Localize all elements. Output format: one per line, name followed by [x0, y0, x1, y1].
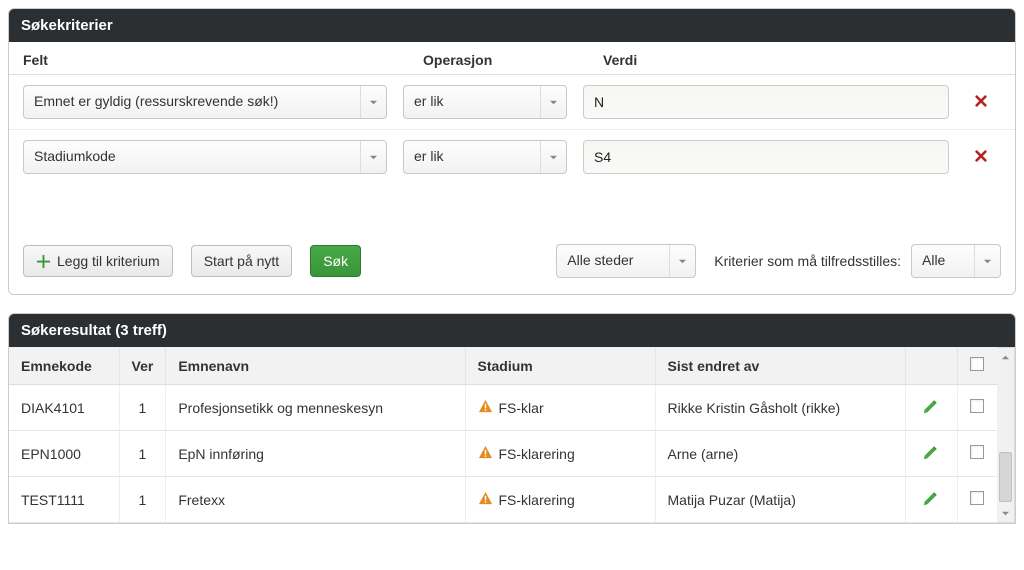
header-sistendret[interactable]: Sist endret av — [655, 347, 905, 385]
felt-select[interactable]: Stadiumkode — [23, 140, 387, 174]
match-select-value: Alle — [912, 245, 974, 277]
match-select[interactable]: Alle — [911, 244, 1001, 278]
table-row: EPN10001EpN innføring FS-klarering Arne (a… — [9, 431, 997, 477]
cell-emnekode: DIAK4101 — [9, 385, 119, 431]
cell-ver: 1 — [119, 477, 166, 523]
operation-value: er lik — [404, 86, 540, 118]
criteria-row: Emnet er gyldig (ressurskrevende søk!) e… — [9, 75, 1015, 130]
search-button[interactable]: Søk — [310, 245, 361, 277]
plus-icon — [36, 254, 51, 269]
criteria-headers: Felt Operasjon Verdi — [9, 42, 1015, 75]
warning-icon — [478, 491, 493, 509]
criteria-body: Felt Operasjon Verdi Emnet er gyldig (re… — [9, 42, 1015, 294]
pencil-icon — [922, 448, 940, 464]
close-icon — [974, 94, 988, 111]
edit-button[interactable] — [905, 477, 957, 523]
remove-criterion-button[interactable] — [961, 94, 1001, 111]
criteria-panel-title: Søkekriterier — [9, 9, 1015, 42]
chevron-down-icon — [997, 504, 1014, 522]
cell-stadium: FS-klarering — [465, 477, 655, 523]
cell-check — [957, 477, 997, 523]
cell-stadium: FS-klar — [465, 385, 655, 431]
restart-label: Start på nytt — [204, 253, 279, 269]
restart-button[interactable]: Start på nytt — [191, 245, 292, 277]
criteria-row: Stadiumkode er lik — [9, 130, 1015, 184]
operation-select[interactable]: er lik — [403, 140, 567, 174]
scrollbar-track — [997, 366, 1014, 504]
select-all-checkbox[interactable] — [970, 357, 984, 371]
place-select-value: Alle steder — [557, 245, 669, 277]
chevron-down-icon — [540, 86, 566, 118]
results-panel-title: Søkeresultat (3 treff) — [9, 314, 1015, 347]
stadium-label: FS-klar — [499, 400, 544, 416]
chevron-down-icon — [360, 141, 386, 173]
cell-ver: 1 — [119, 385, 166, 431]
header-emnekode[interactable]: Emnekode — [9, 347, 119, 385]
criteria-footer: Legg til kriterium Start på nytt Søk All… — [9, 234, 1015, 294]
header-emnenavn[interactable]: Emnenavn — [166, 347, 465, 385]
operation-select[interactable]: er lik — [403, 85, 567, 119]
header-ver[interactable]: Ver — [119, 347, 166, 385]
row-checkbox[interactable] — [970, 399, 984, 413]
criteria-panel: Søkekriterier Felt Operasjon Verdi Emnet… — [8, 8, 1016, 295]
chevron-up-icon — [997, 348, 1014, 366]
results-panel: Søkeresultat (3 treff) Emnekode Ver Emne… — [8, 313, 1016, 524]
cell-emnekode: TEST1111 — [9, 477, 119, 523]
cell-sistendret: Rikke Kristin Gåsholt (rikke) — [655, 385, 905, 431]
place-select[interactable]: Alle steder — [556, 244, 696, 278]
match-label: Kriterier som må tilfredsstilles: — [714, 253, 901, 269]
cell-emnenavn: Fretexx — [166, 477, 465, 523]
felt-value: Emnet er gyldig (ressurskrevende søk!) — [24, 86, 360, 118]
pencil-icon — [922, 402, 940, 418]
table-row: TEST11111Fretexx FS-klarering Matija Puzar… — [9, 477, 997, 523]
scrollbar-thumb[interactable] — [999, 452, 1012, 502]
header-verdi: Verdi — [603, 52, 1001, 68]
cell-emnenavn: Profesjonsetikk og menneskesyn — [166, 385, 465, 431]
vertical-scrollbar[interactable] — [997, 347, 1015, 523]
header-felt: Felt — [23, 52, 423, 68]
value-input[interactable] — [583, 140, 949, 174]
results-header-row: Emnekode Ver Emnenavn Stadium Sist endre… — [9, 347, 997, 385]
header-check — [957, 347, 997, 385]
chevron-down-icon — [540, 141, 566, 173]
close-icon — [974, 149, 988, 166]
row-checkbox[interactable] — [970, 445, 984, 459]
cell-sistendret: Arne (arne) — [655, 431, 905, 477]
cell-emnekode: EPN1000 — [9, 431, 119, 477]
table-row: DIAK41011Profesjonsetikk og menneskesyn F… — [9, 385, 997, 431]
row-checkbox[interactable] — [970, 491, 984, 505]
header-stadium[interactable]: Stadium — [465, 347, 655, 385]
cell-ver: 1 — [119, 431, 166, 477]
value-input[interactable] — [583, 85, 949, 119]
search-label: Søk — [323, 253, 348, 269]
cell-sistendret: Matija Puzar (Matija) — [655, 477, 905, 523]
warning-icon — [478, 445, 493, 463]
felt-value: Stadiumkode — [24, 141, 360, 173]
add-criterion-button[interactable]: Legg til kriterium — [23, 245, 173, 277]
header-edit — [905, 347, 957, 385]
header-operasjon: Operasjon — [423, 52, 603, 68]
chevron-down-icon — [974, 245, 1000, 277]
stadium-label: FS-klarering — [499, 492, 575, 508]
cell-check — [957, 385, 997, 431]
chevron-down-icon — [360, 86, 386, 118]
chevron-down-icon — [669, 245, 695, 277]
stadium-label: FS-klarering — [499, 446, 575, 462]
warning-icon — [478, 399, 493, 417]
edit-button[interactable] — [905, 385, 957, 431]
results-table: Emnekode Ver Emnenavn Stadium Sist endre… — [9, 347, 997, 523]
cell-stadium: FS-klarering — [465, 431, 655, 477]
add-criterion-label: Legg til kriterium — [57, 253, 160, 269]
cell-emnenavn: EpN innføring — [166, 431, 465, 477]
felt-select[interactable]: Emnet er gyldig (ressurskrevende søk!) — [23, 85, 387, 119]
edit-button[interactable] — [905, 431, 957, 477]
remove-criterion-button[interactable] — [961, 149, 1001, 166]
pencil-icon — [922, 494, 940, 510]
cell-check — [957, 431, 997, 477]
operation-value: er lik — [404, 141, 540, 173]
